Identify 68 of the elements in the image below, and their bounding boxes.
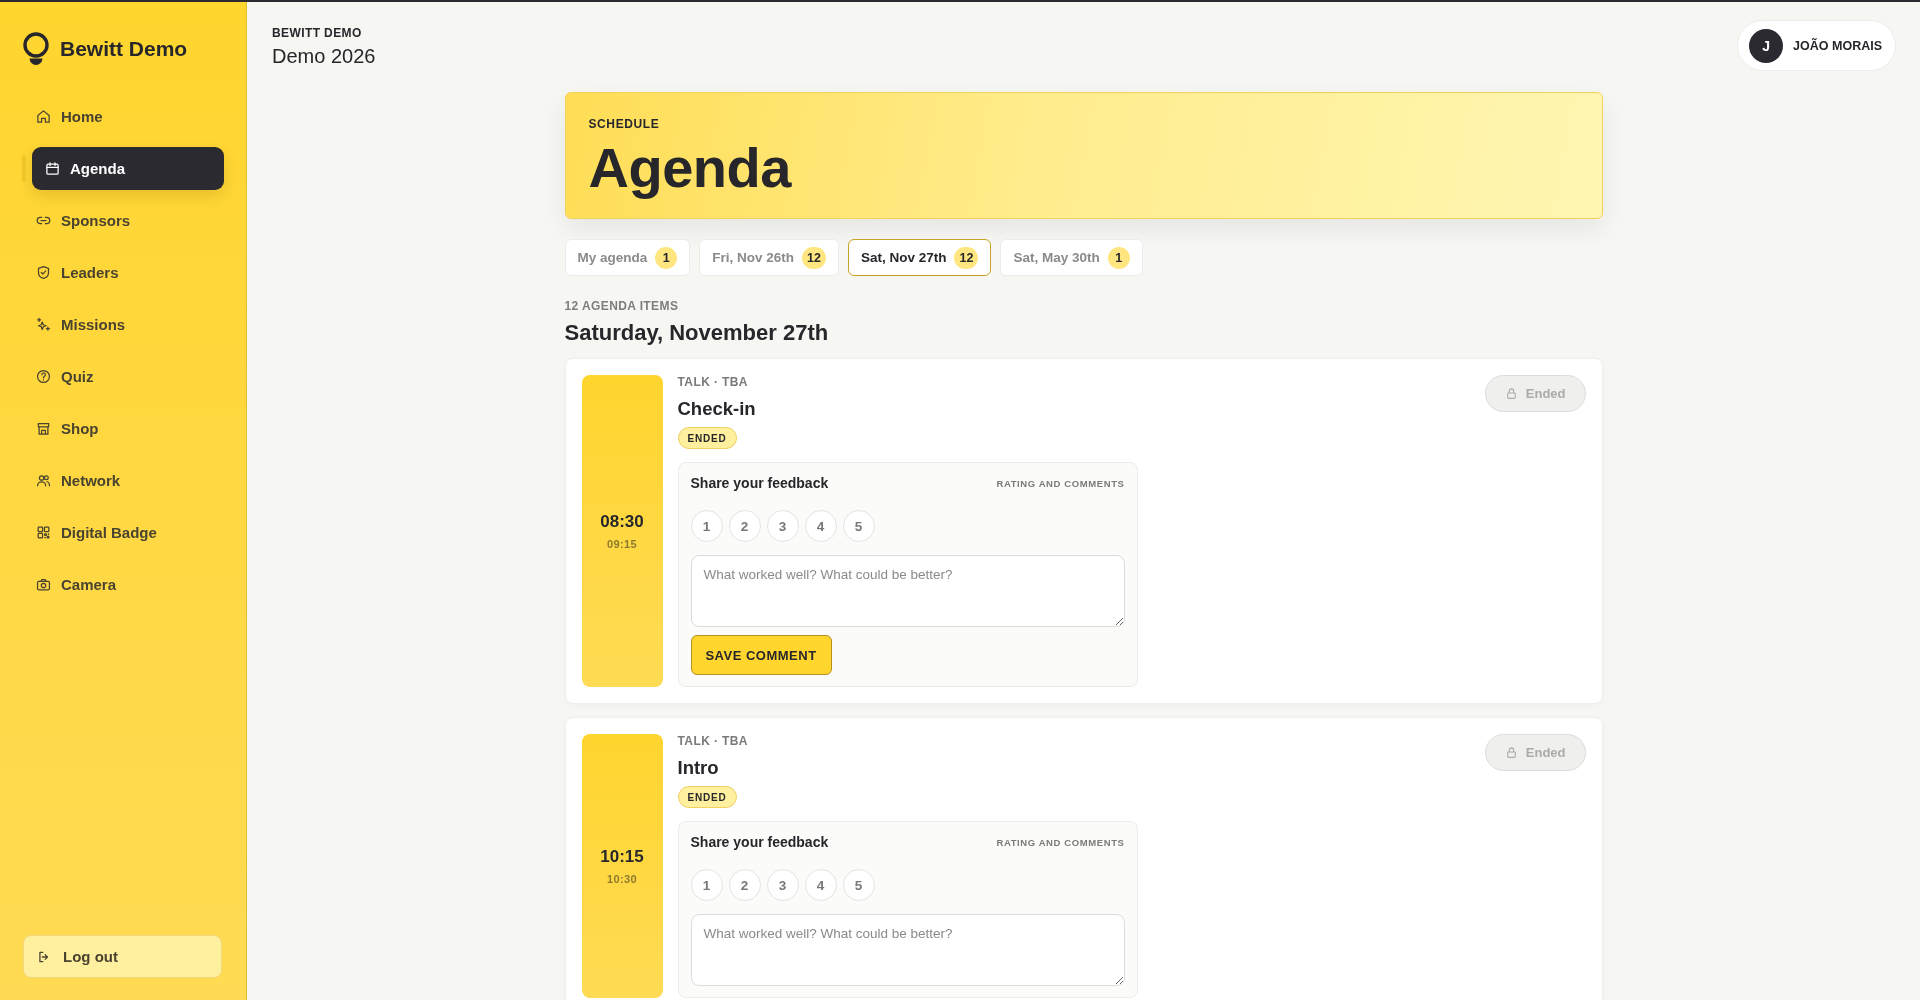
rating-button[interactable]: 1: [690, 869, 723, 901]
count-badge: 12: [954, 246, 979, 269]
sparkles-icon: [36, 317, 51, 332]
count-badge: 12: [802, 246, 826, 269]
session-meta: TALK · TBA: [677, 375, 749, 390]
users-icon: [36, 473, 51, 488]
lightbulb-icon: [22, 32, 50, 66]
nav-item[interactable]: Home: [32, 95, 224, 138]
calendar-icon: [45, 161, 60, 176]
store-icon: [36, 421, 51, 436]
nav-item[interactable]: Camera: [32, 563, 224, 606]
section-label: SCHEDULE: [588, 116, 661, 132]
lock-icon: [1504, 387, 1518, 400]
brand-name: Bewitt Demo: [60, 37, 188, 61]
save-comment-button[interactable]: SAVE COMMENT: [690, 635, 832, 675]
nav-item[interactable]: Leaders: [32, 251, 224, 294]
nav-item[interactable]: Shop: [32, 407, 224, 450]
day-tab[interactable]: Fri, Nov 26th 12: [699, 239, 839, 276]
logout-button[interactable]: Log out: [23, 935, 222, 978]
feedback-hint: RATING AND COMMENTS: [996, 478, 1125, 489]
session-title: Intro: [677, 756, 720, 780]
nav-item[interactable]: Sponsors: [32, 199, 224, 242]
rating-button[interactable]: 1: [690, 510, 723, 542]
grid-icon: [36, 525, 51, 540]
lock-icon: [1504, 746, 1518, 759]
nav-item[interactable]: Digital Badge: [32, 511, 224, 554]
items-count: 12 AGENDA ITEMS: [564, 299, 680, 314]
nav-item[interactable]: Network: [32, 459, 224, 502]
nav-item[interactable]: Agenda: [32, 147, 224, 190]
session-meta: TALK · TBA: [677, 734, 749, 749]
nav-item[interactable]: Missions: [32, 303, 224, 346]
event-title: Demo 2026: [272, 44, 376, 68]
status-badge: ENDED: [677, 786, 737, 808]
count-badge: 1: [655, 246, 678, 269]
end-time: 10:30: [606, 871, 638, 886]
rating-button[interactable]: 3: [766, 510, 799, 542]
feedback-hint: RATING AND COMMENTS: [996, 837, 1125, 848]
end-time: 09:15: [606, 536, 638, 551]
day-tab[interactable]: Sat, May 30th 1: [1000, 239, 1143, 276]
question-icon: [36, 369, 51, 384]
rating-button[interactable]: 4: [804, 510, 837, 542]
camera-icon: [36, 577, 51, 592]
nav-item[interactable]: Quiz: [32, 355, 224, 398]
feedback-title: Share your feedback: [690, 834, 829, 851]
comment-field[interactable]: What worked well? What could be better?: [690, 914, 1125, 986]
user-avatar: J: [1749, 28, 1784, 63]
user-menu-button[interactable]: J JOÃO MORAIS: [1737, 20, 1896, 71]
count-badge: 1: [1107, 246, 1130, 269]
rating-button[interactable]: 5: [842, 510, 875, 542]
feedback-title: Share your feedback: [690, 475, 829, 492]
rating-button[interactable]: 5: [842, 869, 875, 901]
logout-icon: [37, 949, 51, 964]
start-time: 08:30: [600, 511, 644, 532]
day-heading: Saturday, November 27th: [564, 319, 830, 347]
comment-field[interactable]: What worked well? What could be better?: [690, 555, 1125, 627]
rating-button[interactable]: 3: [766, 869, 799, 901]
rating-button[interactable]: 2: [728, 510, 761, 542]
home-icon: [36, 109, 51, 124]
day-tab[interactable]: My agenda 1: [564, 239, 691, 276]
shield-check-icon: [36, 265, 51, 280]
rating-button[interactable]: 2: [728, 869, 761, 901]
start-time: 10:15: [600, 846, 644, 867]
page-title: Agenda: [588, 138, 793, 198]
event-label: BEWITT DEMO: [272, 26, 363, 41]
day-tab[interactable]: Sat, Nov 27th 12: [847, 239, 992, 276]
status-badge: ENDED: [677, 427, 737, 449]
session-title: Check-in: [677, 397, 757, 421]
rating-button[interactable]: 4: [804, 869, 837, 901]
